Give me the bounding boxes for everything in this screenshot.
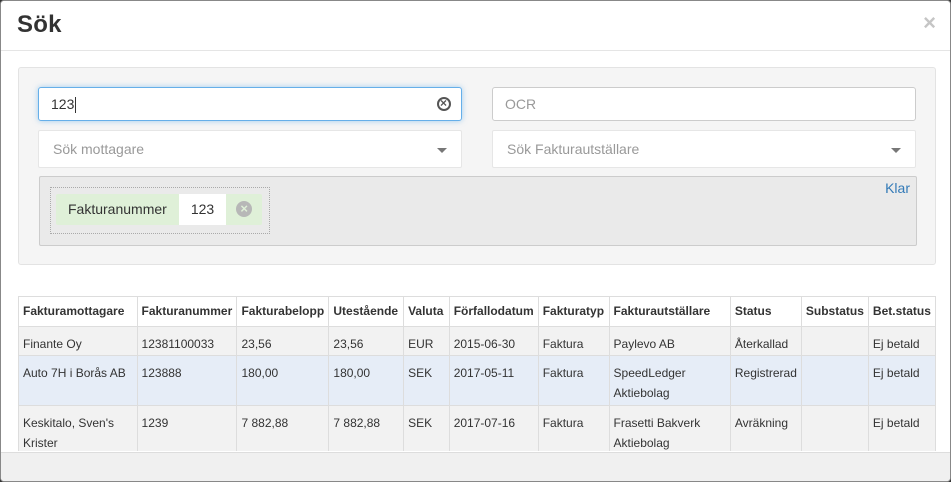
recipient-select[interactable]: Sök mottagare — [38, 130, 462, 168]
search-panel: 123 OCR Sök mottagare Sök Fakturautställ… — [18, 67, 936, 265]
table-cell: 180,00 — [236, 355, 330, 406]
table-cell: Finante Oy — [18, 326, 138, 356]
search-modal: Sök × 123 OCR Sök mottagare Sök Fakturau… — [0, 0, 951, 482]
table-cell: EUR — [403, 326, 450, 356]
table-cell: SEK — [403, 355, 450, 406]
table-cell: Återkallad — [729, 326, 802, 356]
column-header[interactable]: Fakturatyp — [537, 296, 610, 327]
column-header[interactable]: Substatus — [800, 296, 869, 327]
table-row[interactable]: Finante Oy 12381100033 23,56 23,56 EUR 2… — [18, 326, 936, 356]
table-cell — [800, 355, 869, 406]
column-header[interactable]: Status — [729, 296, 802, 327]
active-filters: Klar Fakturanummer 123 × — [39, 176, 917, 246]
table-cell: Frasetti Bakverk Aktiebolag — [608, 405, 731, 451]
modal-footer — [1, 452, 950, 481]
invoice-number-input[interactable]: 123 — [38, 87, 462, 121]
filter-chip-label: Fakturanummer — [68, 201, 167, 217]
done-link[interactable]: Klar — [885, 180, 910, 196]
table-cell: Auto 7H i Borås AB — [18, 355, 138, 406]
table-cell: Ej betald — [867, 355, 936, 406]
table-header-row: Fakturamottagare Fakturanummer Fakturabe… — [18, 296, 936, 327]
table-cell: 12381100033 — [136, 326, 238, 356]
column-header[interactable]: Utestående — [328, 296, 405, 327]
filter-chip: Fakturanummer 123 × — [56, 194, 263, 225]
remove-filter-icon: × — [236, 201, 253, 217]
table-cell: 23,56 — [328, 326, 405, 356]
filter-chip-area: Fakturanummer 123 × — [50, 187, 270, 234]
table-cell: Faktura — [537, 405, 610, 451]
table-cell: SpeedLedger Aktiebolag — [608, 355, 731, 406]
table-cell: Paylevo AB — [608, 326, 731, 356]
issuer-select[interactable]: Sök Fakturautställare — [492, 130, 916, 168]
table-cell: Keskitalo, Sven's Krister — [18, 405, 138, 451]
column-header[interactable]: Valuta — [403, 296, 450, 327]
table-cell: SEK — [403, 405, 450, 451]
table-row[interactable]: Auto 7H i Borås AB 123888 180,00 180,00 … — [18, 355, 936, 406]
close-icon[interactable]: × — [923, 12, 936, 34]
table-cell: Ej betald — [867, 405, 936, 451]
table-cell: 7 882,88 — [236, 405, 330, 451]
column-header[interactable]: Fakturanummer — [136, 296, 238, 327]
results-table-container: Fakturamottagare Fakturanummer Fakturabe… — [18, 296, 936, 451]
chevron-down-icon — [437, 148, 447, 153]
invoice-number-input-value: 123 — [51, 96, 75, 112]
table-cell: Faktura — [537, 326, 610, 356]
modal-header: Sök × — [1, 1, 950, 51]
table-cell: 180,00 — [328, 355, 405, 406]
text-cursor — [75, 97, 77, 114]
table-cell: Registrerad — [729, 355, 802, 406]
column-header[interactable]: Fakturamottagare — [18, 296, 138, 327]
table-cell: 2017-07-16 — [448, 405, 539, 451]
table-cell: Faktura — [537, 355, 610, 406]
modal-title: Sök — [17, 11, 62, 38]
table-cell: 7 882,88 — [328, 405, 405, 451]
table-cell: 2015-06-30 — [448, 326, 539, 356]
recipient-select-placeholder: Sök mottagare — [53, 141, 145, 157]
column-header[interactable]: Bet.status — [867, 296, 936, 327]
table-cell: 2017-05-11 — [448, 355, 539, 406]
table-cell: Ej betald — [867, 326, 936, 356]
table-cell: 123888 — [136, 355, 238, 406]
results-table: Fakturamottagare Fakturanummer Fakturabe… — [18, 296, 936, 451]
issuer-select-placeholder: Sök Fakturautställare — [507, 141, 640, 157]
column-header[interactable]: Förfallodatum — [448, 296, 539, 327]
column-header[interactable]: Fakturabelopp — [236, 296, 330, 327]
table-cell — [800, 405, 869, 451]
table-cell: Avräkning — [729, 405, 802, 451]
chevron-down-icon — [891, 148, 901, 153]
ocr-input-placeholder: OCR — [505, 96, 537, 112]
table-cell — [800, 326, 869, 356]
filter-chip-value[interactable]: 123 — [178, 194, 227, 225]
remove-filter-button[interactable]: × — [226, 194, 262, 225]
column-header[interactable]: Fakturautställare — [608, 296, 731, 327]
table-row[interactable]: Keskitalo, Sven's Krister 1239 7 882,88 … — [18, 405, 936, 451]
table-cell: 1239 — [136, 405, 238, 451]
ocr-input[interactable]: OCR — [492, 87, 916, 121]
table-cell: 23,56 — [236, 326, 330, 356]
clear-input-icon[interactable] — [437, 94, 451, 112]
